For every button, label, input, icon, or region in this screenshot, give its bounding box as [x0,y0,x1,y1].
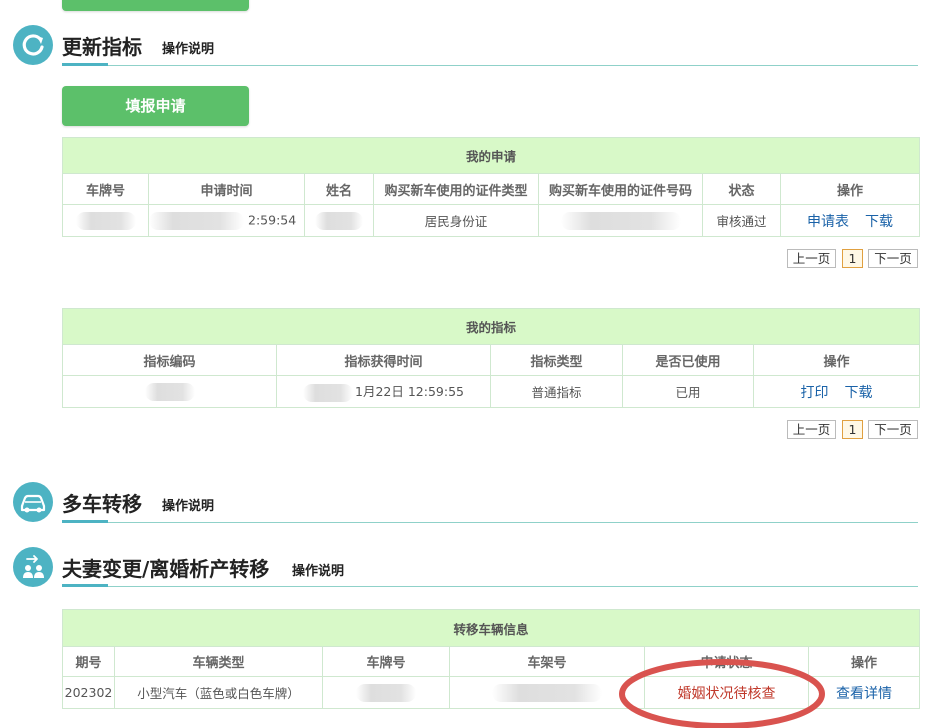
column-header: 是否已使用 [622,344,754,376]
page-number-button[interactable]: 1 [842,420,863,439]
vehicle-type-cell: 小型汽车（蓝色或白色车牌） [114,676,323,709]
top-green-button[interactable] [62,0,249,11]
prev-page-button[interactable]: 上一页 [787,420,836,439]
status-cell: 审核通过 [702,204,781,237]
page-number-button[interactable]: 1 [842,249,863,268]
my-applications-caption: 我的申请 [61,137,921,174]
redacted-plate [75,211,136,230]
view-details-link[interactable]: 查看详情 [836,686,892,702]
actions-cell: 打印 下载 [753,375,920,408]
section-divider [62,522,918,523]
column-header: 指标获得时间 [276,344,491,376]
redacted-vin [492,683,602,702]
period-cell: 202302 [62,676,115,709]
column-header: 车辆类型 [114,646,323,677]
column-header: 指标类型 [490,344,623,376]
section-divider [62,586,918,587]
apply-button[interactable]: 填报申请 [62,86,249,126]
refresh-icon [13,25,53,65]
id-type-cell: 居民身份证 [373,204,539,237]
prev-page-button[interactable]: 上一页 [787,249,836,268]
section-divider-accent [62,63,108,66]
column-header: 购买新车使用的证件号码 [538,173,703,205]
apply-time-cell: 2:59:54 [148,204,305,237]
name-cell [304,204,374,237]
column-header: 姓名 [304,173,374,205]
column-header: 操作 [779,173,921,205]
redacted-plate [356,683,416,702]
redacted-name [315,211,363,230]
next-page-button[interactable]: 下一页 [868,249,918,268]
car-transfer-icon [13,482,53,522]
quota-time-cell: 1月22日 12:59:55 [276,375,491,408]
table-row: 1月22日 12:59:55 普通指标 已用 打印 下载 [62,375,920,408]
column-header: 操作 [753,344,920,376]
annotation-circle [619,659,825,728]
quota-type-cell: 普通指标 [490,375,623,408]
column-header: 申请时间 [148,173,305,205]
next-page-button[interactable]: 下一页 [868,420,918,439]
transfer-vehicle-caption: 转移车辆信息 [61,609,921,647]
column-header: 期号 [62,646,115,677]
section-divider-accent [62,584,108,587]
update-quota-help-link[interactable]: 操作说明 [162,38,214,57]
redacted-id-number [560,211,681,230]
application-form-link[interactable]: 申请表 [807,214,849,230]
table-row: 2:59:54 居民身份证 审核通过 申请表 下载 [62,204,921,237]
id-number-cell [538,204,703,237]
column-header: 购买新车使用的证件类型 [373,173,539,205]
column-header: 状态 [702,173,781,205]
quota-used-cell: 已用 [622,375,754,408]
section-title-update-quota: 更新指标 [62,35,142,59]
quota-code-cell [62,375,277,408]
multi-car-help-link[interactable]: 操作说明 [162,495,214,514]
my-quota-table: 我的指标 指标编码 指标获得时间 指标类型 是否已使用 操作 1月22日 12:… [62,308,920,408]
redacted-quota-code [144,382,195,401]
section-title-spouse-transfer: 夫妻变更/离婚析产转移 [62,557,270,581]
spouse-transfer-help-link[interactable]: 操作说明 [292,560,344,579]
column-header: 车牌号 [322,646,450,677]
section-divider-accent [62,520,108,523]
redacted-date [303,383,353,402]
actions-cell: 申请表 下载 [779,204,921,237]
print-link[interactable]: 打印 [801,385,829,401]
section-title-multi-car-transfer: 多车转移 [62,492,142,516]
column-header: 指标编码 [62,344,277,376]
column-header: 车牌号 [62,173,149,205]
redacted-date [149,211,244,230]
people-transfer-icon [13,547,53,587]
section-divider [62,65,918,66]
download-link[interactable]: 下载 [865,214,893,230]
download-link[interactable]: 下载 [845,385,873,401]
my-applications-table: 我的申请 车牌号 申请时间 姓名 购买新车使用的证件类型 购买新车使用的证件号码… [61,137,921,237]
plate-number-cell [322,676,450,709]
plate-number-cell [62,204,149,237]
my-quota-caption: 我的指标 [62,308,920,345]
